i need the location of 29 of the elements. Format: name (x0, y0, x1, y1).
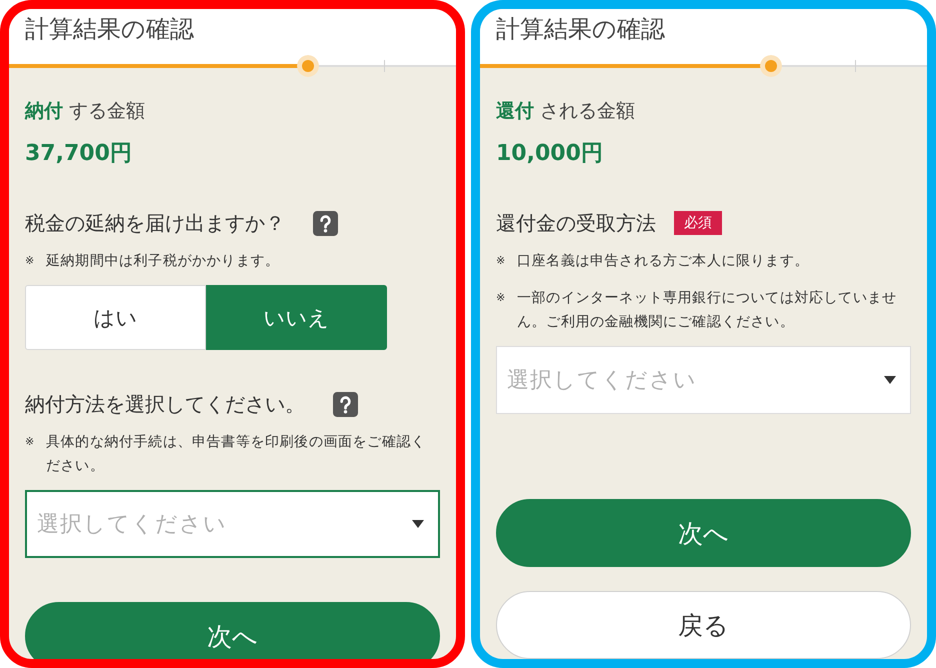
page-title: 計算結果の確認 (25, 14, 195, 44)
note-text: 具体的な納付手続は、申告書等を印刷後の画面をご確認ください。 (46, 433, 427, 476)
note-mark: ※ (496, 290, 507, 306)
help-icon[interactable] (333, 392, 358, 416)
segment-option[interactable]: いいえ (206, 285, 387, 350)
note-mark: ※ (25, 434, 36, 450)
amount-label: 還付 される金額 (496, 99, 636, 124)
amount-value: 37,700円 (25, 140, 133, 168)
note-mark: ※ (25, 253, 36, 269)
next-button[interactable]: 次へ (496, 499, 911, 567)
note-text: 延納期間中は利子税がかかります。 (46, 252, 281, 271)
amount-value: 10,000円 (496, 140, 604, 168)
note-text: 口座名義は申告される方ご本人に限ります。 (517, 252, 810, 271)
note-text: 一部のインターネット専用銀行については対応していません。ご利用の金融機関にご確認ください。 (517, 289, 898, 332)
progress-marker-icon (297, 55, 320, 77)
note-mark: ※ (496, 253, 507, 269)
next-button[interactable]: 次へ (25, 602, 440, 659)
question-label: 税金の延納を届け出ますか？ (25, 210, 285, 237)
amount-label: 納付 する金額 (25, 99, 146, 124)
required-badge: 必須 (674, 211, 722, 235)
progress-marker-icon (760, 55, 782, 77)
back-button[interactable]: 戻る (496, 591, 911, 659)
caret-icon (412, 520, 424, 528)
page-title: 計算結果の確認 (496, 14, 666, 44)
help-icon[interactable] (313, 210, 338, 236)
question-label: 還付金の受取方法 (496, 210, 656, 237)
caret-icon (884, 376, 896, 384)
segment-option[interactable]: はい (25, 285, 206, 350)
question-label: 納付方法を選択してください。 (25, 391, 305, 418)
